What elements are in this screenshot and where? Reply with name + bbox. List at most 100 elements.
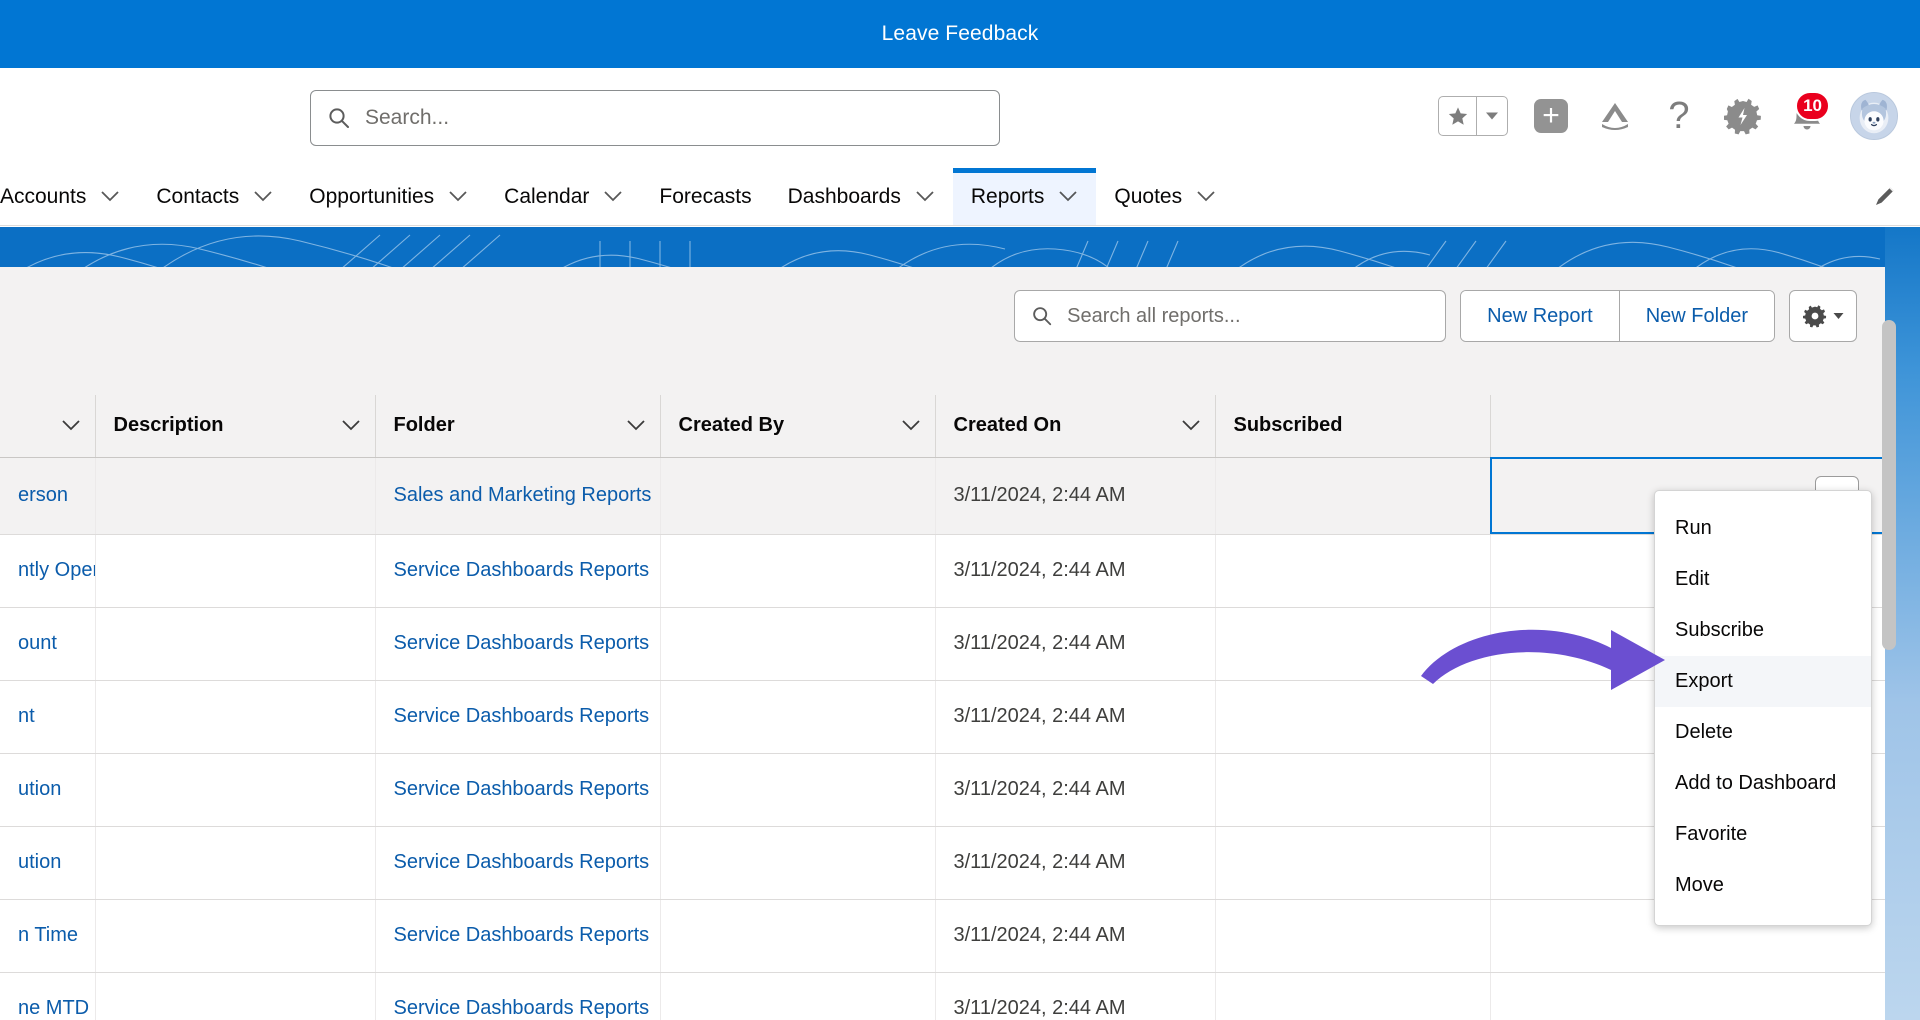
column-header-subscribed[interactable]: Subscribed bbox=[1215, 395, 1491, 458]
notifications-button[interactable]: 10 bbox=[1786, 91, 1830, 137]
leave-feedback-link[interactable]: Leave Feedback bbox=[882, 22, 1039, 46]
nav-tab-opportunities[interactable]: Opportunities bbox=[291, 168, 486, 225]
chevron-down-icon[interactable] bbox=[341, 419, 361, 432]
folder-link[interactable]: Service Dashboards Reports bbox=[394, 778, 650, 800]
folder-cell[interactable]: Sales and Marketing Reports bbox=[375, 456, 661, 535]
nav-tab-accounts[interactable]: Accounts bbox=[0, 168, 138, 225]
report-name-cell[interactable]: ntly Open bbox=[0, 534, 96, 608]
report-name-link[interactable]: ne MTD bbox=[18, 997, 89, 1019]
report-name-link[interactable]: ntly Open bbox=[18, 559, 94, 581]
nav-tab-dashboards[interactable]: Dashboards bbox=[770, 168, 953, 225]
menu-item-favorite[interactable]: Favorite bbox=[1655, 809, 1871, 860]
column-header-created-on[interactable]: Created On bbox=[935, 395, 1216, 458]
report-name-link[interactable]: erson bbox=[18, 484, 68, 506]
menu-item-subscribe[interactable]: Subscribe bbox=[1655, 605, 1871, 656]
chevron-down-icon[interactable] bbox=[915, 190, 935, 203]
menu-item-run[interactable]: Run bbox=[1655, 503, 1871, 554]
folder-link[interactable]: Service Dashboards Reports bbox=[394, 705, 650, 727]
star-icon[interactable] bbox=[1439, 97, 1477, 135]
column-header-description[interactable]: Description bbox=[95, 395, 376, 458]
nav-tab-quotes[interactable]: Quotes bbox=[1096, 168, 1234, 225]
chevron-down-icon[interactable] bbox=[1181, 419, 1201, 432]
nav-tab-label: Forecasts bbox=[659, 184, 752, 208]
nav-tab-reports[interactable]: Reports bbox=[952, 168, 1097, 225]
table-row[interactable]: ution Service Dashboards Reports 3/11/20… bbox=[0, 753, 1885, 827]
row-actions-cell[interactable] bbox=[1490, 972, 1885, 1020]
gear-lightning-icon[interactable] bbox=[1722, 95, 1764, 137]
folder-cell[interactable]: Service Dashboards Reports bbox=[375, 972, 661, 1020]
report-name-cell[interactable]: n Time bbox=[0, 899, 96, 973]
report-name-cell[interactable]: ne MTD bbox=[0, 972, 96, 1020]
einstein-icon[interactable] bbox=[1594, 95, 1636, 137]
folder-link[interactable]: Service Dashboards Reports bbox=[394, 851, 650, 873]
new-folder-button[interactable]: New Folder bbox=[1618, 291, 1774, 341]
menu-item-move[interactable]: Move bbox=[1655, 860, 1871, 911]
chevron-down-icon[interactable] bbox=[61, 419, 81, 432]
nav-tab-label: Quotes bbox=[1114, 184, 1183, 208]
avatar[interactable] bbox=[1850, 92, 1898, 140]
folder-link[interactable]: Service Dashboards Reports bbox=[394, 559, 650, 581]
question-mark-icon[interactable]: ? bbox=[1658, 95, 1700, 137]
table-row[interactable]: ntly Open Service Dashboards Reports 3/1… bbox=[0, 534, 1885, 608]
pencil-icon[interactable] bbox=[1872, 184, 1898, 210]
chevron-down-icon[interactable] bbox=[100, 190, 120, 203]
menu-item-delete[interactable]: Delete bbox=[1655, 707, 1871, 758]
created-by-cell bbox=[660, 826, 936, 900]
chevron-down-icon[interactable] bbox=[1058, 190, 1078, 203]
folder-link[interactable]: Service Dashboards Reports bbox=[394, 632, 650, 654]
reports-table-container[interactable]: Description Folder Created By Created On… bbox=[0, 395, 1885, 1020]
report-name-cell[interactable]: ution bbox=[0, 826, 96, 900]
favorites-chevron-down-icon[interactable] bbox=[1477, 97, 1507, 135]
table-row[interactable]: ution Service Dashboards Reports 3/11/20… bbox=[0, 826, 1885, 900]
folder-link[interactable]: Sales and Marketing Reports bbox=[394, 484, 652, 506]
new-report-button[interactable]: New Report bbox=[1461, 291, 1619, 341]
report-name-link[interactable]: n Time bbox=[18, 924, 78, 946]
chevron-down-icon[interactable] bbox=[626, 419, 646, 432]
chevron-down-icon[interactable] bbox=[253, 190, 273, 203]
menu-item-export[interactable]: Export bbox=[1655, 656, 1871, 707]
vertical-scrollbar-thumb[interactable] bbox=[1882, 320, 1896, 650]
report-name-link[interactable]: ution bbox=[18, 778, 61, 800]
menu-item-add-to-dashboard[interactable]: Add to Dashboard bbox=[1655, 758, 1871, 809]
nav-tab-calendar[interactable]: Calendar bbox=[486, 168, 641, 225]
report-name-cell[interactable]: nt bbox=[0, 680, 96, 754]
report-name-link[interactable]: ution bbox=[18, 851, 61, 873]
table-row[interactable]: ne MTD Service Dashboards Reports 3/11/2… bbox=[0, 972, 1885, 1020]
nav-tab-forecasts[interactable]: Forecasts bbox=[641, 168, 769, 225]
chevron-down-icon[interactable] bbox=[603, 190, 623, 203]
report-name-cell[interactable]: ount bbox=[0, 607, 96, 681]
list-settings-button[interactable] bbox=[1789, 290, 1857, 342]
report-name-link[interactable]: ount bbox=[18, 632, 57, 654]
favorites-group[interactable] bbox=[1438, 96, 1508, 136]
add-button[interactable]: + bbox=[1530, 95, 1572, 137]
folder-cell[interactable]: Service Dashboards Reports bbox=[375, 534, 661, 608]
table-row[interactable]: nt Service Dashboards Reports 3/11/2024,… bbox=[0, 680, 1885, 754]
reports-search-input[interactable] bbox=[1067, 304, 1430, 328]
report-name-link[interactable]: nt bbox=[18, 705, 35, 727]
search-input[interactable] bbox=[365, 106, 983, 130]
folder-link[interactable]: Service Dashboards Reports bbox=[394, 997, 650, 1019]
folder-cell[interactable]: Service Dashboards Reports bbox=[375, 607, 661, 681]
chevron-down-icon[interactable] bbox=[1196, 190, 1216, 203]
table-row[interactable]: ount Service Dashboards Reports 3/11/202… bbox=[0, 607, 1885, 681]
folder-cell[interactable]: Service Dashboards Reports bbox=[375, 826, 661, 900]
nav-tab-label: Dashboards bbox=[787, 184, 901, 208]
folder-cell[interactable]: Service Dashboards Reports bbox=[375, 680, 661, 754]
global-search[interactable] bbox=[310, 90, 1000, 146]
folder-cell[interactable]: Service Dashboards Reports bbox=[375, 899, 661, 973]
menu-item-edit[interactable]: Edit bbox=[1655, 554, 1871, 605]
column-header-created-by[interactable]: Created By bbox=[660, 395, 936, 458]
chevron-down-icon[interactable] bbox=[448, 190, 468, 203]
reports-search[interactable] bbox=[1014, 290, 1447, 342]
column-header-name[interactable] bbox=[0, 395, 96, 458]
folder-cell[interactable]: Service Dashboards Reports bbox=[375, 753, 661, 827]
table-row[interactable]: n Time Service Dashboards Reports 3/11/2… bbox=[0, 899, 1885, 973]
row-actions-menu[interactable]: Run Edit Subscribe Export Delete Add to … bbox=[1654, 490, 1872, 926]
report-name-cell[interactable]: ution bbox=[0, 753, 96, 827]
nav-tab-contacts[interactable]: Contacts bbox=[138, 168, 291, 225]
report-name-cell[interactable]: erson bbox=[0, 456, 96, 535]
table-row[interactable]: erson Sales and Marketing Reports 3/11/2… bbox=[0, 456, 1885, 535]
column-header-folder[interactable]: Folder bbox=[375, 395, 661, 458]
folder-link[interactable]: Service Dashboards Reports bbox=[394, 924, 650, 946]
chevron-down-icon[interactable] bbox=[901, 419, 921, 432]
